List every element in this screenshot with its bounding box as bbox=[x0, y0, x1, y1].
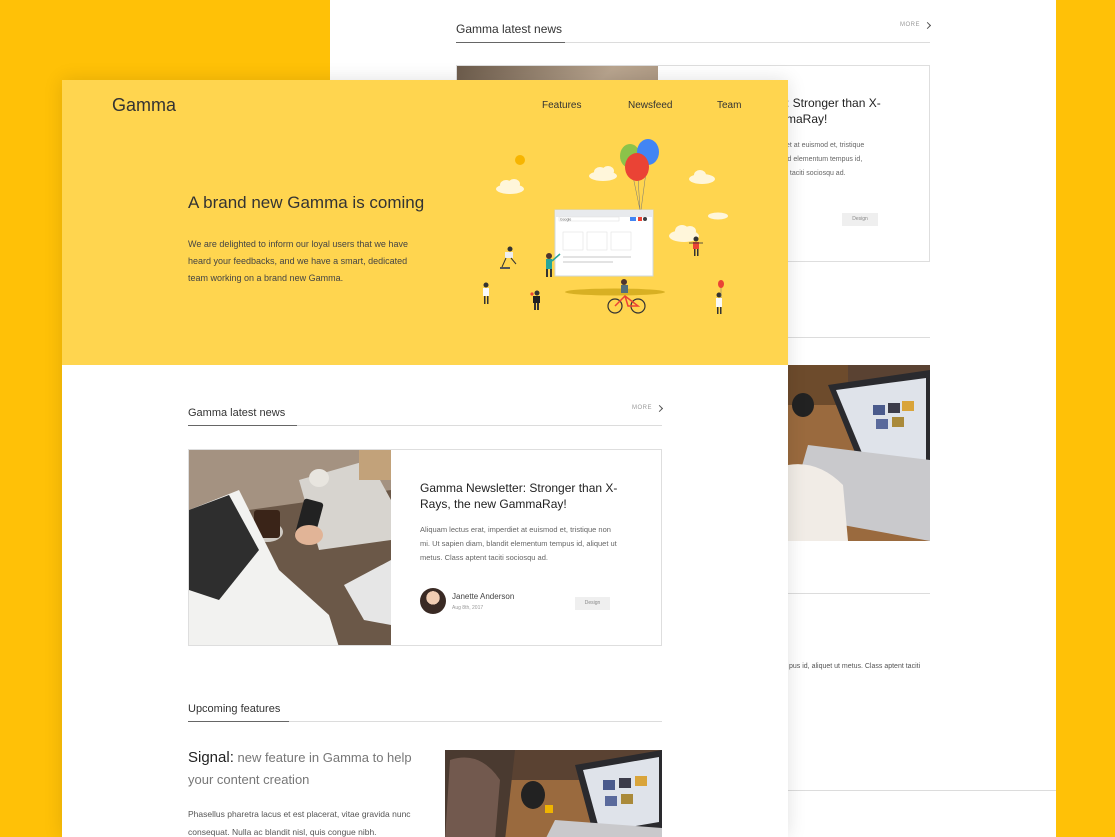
more-label: MORE bbox=[632, 405, 652, 411]
back-news-title: Gamma latest news bbox=[456, 22, 563, 36]
back-divider bbox=[788, 337, 930, 338]
back-laptop-photo bbox=[788, 365, 930, 541]
nav-team[interactable]: Team bbox=[717, 100, 741, 111]
news-title-underline bbox=[188, 425, 297, 426]
nav-newsfeed[interactable]: Newsfeed bbox=[628, 100, 672, 111]
news-card-excerpt: Aliquam lectus erat, imperdiet at euismo… bbox=[420, 525, 617, 562]
back-news-section-header: Gamma latest news MORE bbox=[456, 20, 932, 43]
news-card-photo bbox=[189, 450, 391, 645]
author-name[interactable]: Janette Anderson bbox=[452, 592, 514, 601]
back-more-link[interactable]: MORE bbox=[900, 21, 932, 29]
back-card-title: : Stronger than X- maRay! bbox=[786, 96, 881, 126]
news-section-header: Gamma latest news MORE bbox=[188, 403, 664, 426]
feature-item-title[interactable]: Signal: new feature in Gamma to help you… bbox=[188, 747, 428, 791]
hero-banner: Gamma Features Newsfeed Team A brand new… bbox=[62, 80, 788, 365]
author-avatar bbox=[420, 588, 446, 614]
feature-item-lead: Signal: bbox=[188, 749, 234, 766]
news-card[interactable]: Gamma Newsletter: Stronger than X-Rays, … bbox=[188, 449, 662, 646]
news-card-title[interactable]: Gamma Newsletter: Stronger than X-Rays, … bbox=[420, 480, 630, 512]
nav-features[interactable]: Features bbox=[542, 100, 581, 111]
chevron-right-icon bbox=[655, 404, 664, 412]
back-divider-3 bbox=[788, 790, 1056, 791]
features-title-underline bbox=[188, 721, 289, 722]
back-divider-2 bbox=[788, 593, 930, 594]
gamma-logo[interactable]: Gamma bbox=[112, 95, 176, 116]
feature-item-photo bbox=[445, 750, 662, 837]
hero-description: We are delighted to inform our loyal use… bbox=[188, 239, 408, 283]
hero-title: A brand new Gamma is coming bbox=[188, 193, 425, 212]
hero-illustration: Google bbox=[483, 139, 728, 314]
more-link[interactable]: MORE bbox=[632, 404, 664, 412]
features-section-header: Upcoming features bbox=[188, 699, 662, 722]
features-section-title: Upcoming features bbox=[188, 703, 281, 715]
back-more-label: MORE bbox=[900, 22, 920, 28]
post-date: Aug 8th, 2017 bbox=[452, 605, 484, 611]
back-card-tag[interactable]: Design bbox=[842, 213, 878, 226]
front-page-sheet: Gamma Features Newsfeed Team A brand new… bbox=[62, 80, 788, 837]
feature-item-body: Phasellus pharetra lacus et est placerat… bbox=[188, 809, 411, 837]
chevron-right-icon bbox=[923, 21, 932, 29]
back-text-fragment: pus id, aliquet ut metus. Class aptent t… bbox=[789, 663, 921, 670]
news-section-title: Gamma latest news bbox=[188, 407, 286, 419]
browser-search-text: Google bbox=[560, 218, 571, 222]
category-tag[interactable]: Design bbox=[575, 597, 610, 610]
back-card-body: et at euismod et, tristique id elementum… bbox=[786, 142, 865, 177]
back-title-underline bbox=[456, 42, 565, 43]
